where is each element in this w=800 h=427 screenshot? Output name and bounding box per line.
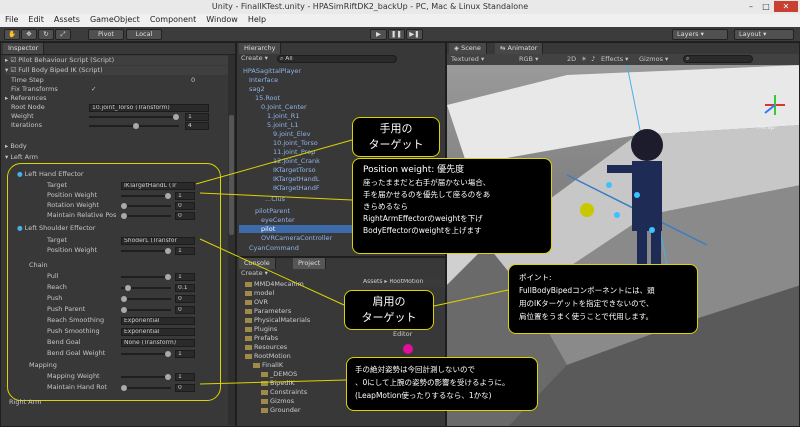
connector-position-weight (199, 192, 353, 201)
connector-point (433, 289, 509, 307)
callout-connectors (195, 139, 509, 385)
connector-shoulder-target (199, 238, 345, 306)
connector-hand-rotation (199, 379, 347, 385)
connector-hand-target (195, 139, 353, 185)
